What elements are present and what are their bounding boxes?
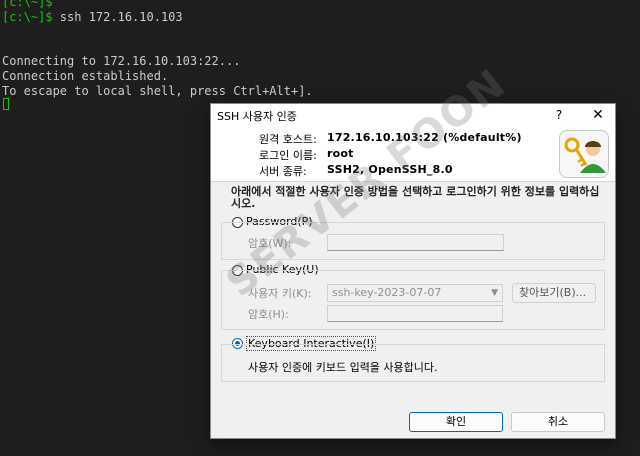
ok-button[interactable]: 확인: [409, 412, 503, 432]
terminal-line: Connection established.: [2, 69, 169, 83]
cancel-button[interactable]: 취소: [511, 412, 605, 432]
server-type-label: 서버 종류:: [259, 165, 307, 178]
login-label: 로그인 이름:: [259, 149, 317, 162]
keyboard-interactive-help: 사용자 인증에 키보드 입력을 사용합니다.: [248, 361, 438, 374]
close-button[interactable]: ✕: [587, 106, 609, 124]
terminal-line: [c:\~]$ ssh 172.16.10.103: [2, 10, 183, 25]
passphrase-label: 암호(H):: [248, 308, 289, 321]
terminal-line: To escape to local shell, press Ctrl+Alt…: [2, 84, 313, 98]
dialog-title: SSH 사용자 인증: [217, 110, 297, 123]
terminal-prompt: [c:\~]$: [2, 10, 53, 24]
user-key-select[interactable]: ssh-key-2023-07-07 ▼: [327, 284, 503, 302]
terminal-command: ssh 172.16.10.103: [52, 10, 183, 24]
browse-button[interactable]: 찾아보기(B)...: [512, 283, 596, 303]
key-user-icon: [559, 130, 609, 178]
instruction-text: 아래에서 적절한 사용자 인증 방법을 선택하고 로그인하기 위한 정보를 입력…: [231, 185, 600, 210]
passphrase-input[interactable]: [327, 305, 503, 322]
terminal-cursor: [3, 98, 9, 110]
terminal-line: [c:\~]$: [2, 0, 53, 9]
login-value: root: [327, 147, 354, 160]
help-button[interactable]: ?: [549, 106, 569, 124]
keyboard-interactive-group: 사용자 인증에 키보드 입력을 사용합니다.: [221, 344, 605, 382]
chevron-down-icon: ▼: [491, 288, 498, 298]
terminal-line: Connecting to 172.16.10.103:22...: [2, 54, 241, 68]
host-label: 원격 호스트:: [259, 133, 317, 146]
user-key-value: ssh-key-2023-07-07: [332, 286, 442, 299]
password-input[interactable]: [327, 234, 504, 251]
